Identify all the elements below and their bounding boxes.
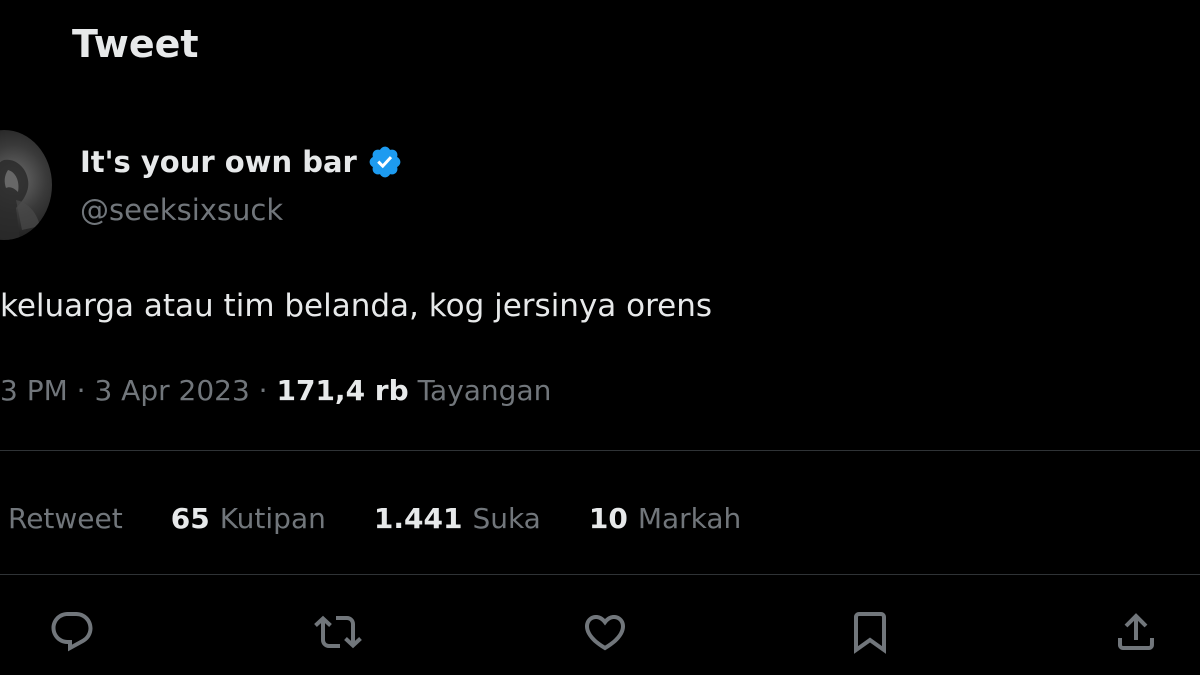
retweet-icon [314,615,362,649]
stat-retweets[interactable]: Retweet [8,502,123,535]
stat-label: Kutipan [219,501,326,535]
like-button[interactable] [581,608,629,656]
like-icon [584,615,626,651]
verified-badge-icon [367,144,403,180]
stat-count: 1.441 [373,501,463,535]
page-title: Tweet [72,22,199,66]
views-count: 171,4 rb [276,374,409,407]
tweet-meta: 3 PM · 3 Apr 2023 · 171,4 rb Tayangan [0,371,551,411]
avatar-image [0,159,40,240]
tweet-time[interactable]: 3 PM [0,374,68,407]
share-button[interactable] [1112,608,1160,656]
avatar[interactable] [0,130,52,240]
reply-button[interactable] [48,608,96,656]
stat-label: Suka [472,501,541,535]
bookmark-button[interactable] [846,608,894,656]
divider [0,574,1200,575]
stat-label: Markah [637,501,742,535]
bookmark-icon [854,612,886,654]
views-label[interactable]: Tayangan [418,374,552,407]
stat-bookmarks[interactable]: 10 Markah [589,502,741,535]
stat-label: Retweet [8,501,123,535]
author-display-name[interactable]: It's your own bar [80,140,403,184]
tweet-text: keluarga atau tim belanda, kog jersinya … [0,288,713,324]
reply-icon [51,612,93,652]
meta-separator: · [249,374,277,407]
divider [0,450,1200,451]
meta-separator: · [67,374,95,407]
tweet-stats: Retweet 65 Kutipan 1.441 Suka 10 Markah [0,496,741,540]
stat-count: 65 [170,501,210,535]
tweet-action-bar [0,598,1200,662]
retweet-button[interactable] [314,608,362,656]
author-handle[interactable]: @seeksixsuck [80,190,283,230]
tweet-date[interactable]: 3 Apr 2023 [94,374,249,407]
stat-likes[interactable]: 1.441 Suka [374,502,541,535]
share-icon [1118,613,1154,650]
author-name-text: It's your own bar [80,145,357,179]
stat-count: 10 [588,501,628,535]
stat-quotes[interactable]: 65 Kutipan [171,502,326,535]
